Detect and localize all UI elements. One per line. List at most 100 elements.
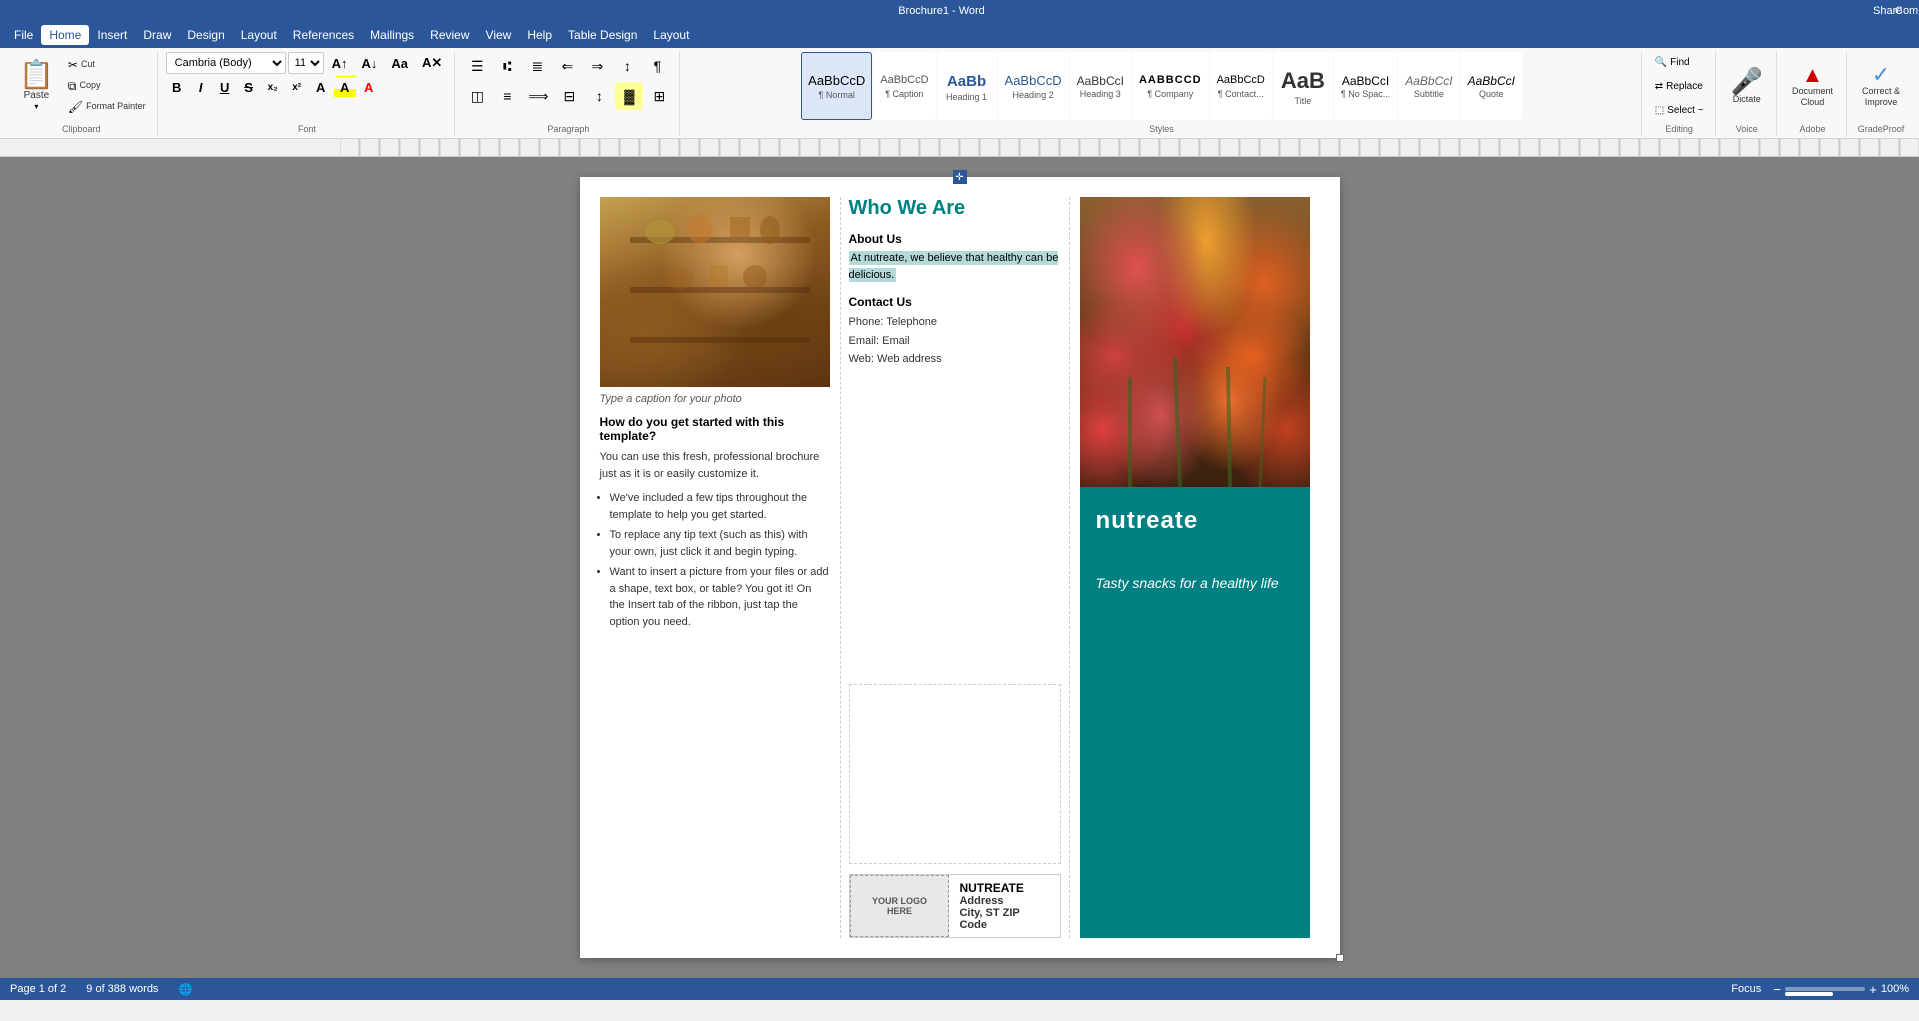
replace-button[interactable]: ⇄ Replace bbox=[1650, 76, 1709, 96]
change-case-button[interactable]: Aa bbox=[385, 52, 414, 74]
find-icon: 🔍 bbox=[1655, 57, 1667, 68]
focus-label[interactable]: Focus bbox=[1731, 983, 1761, 995]
sort-button[interactable]: ↕ bbox=[613, 52, 641, 80]
adobe-group-label: Adobe bbox=[1799, 122, 1825, 134]
dictate-icon: 🎤 bbox=[1731, 68, 1763, 94]
style-quote[interactable]: AaBbCcI Quote bbox=[1461, 52, 1522, 120]
multilevel-button[interactable]: ≣ bbox=[523, 52, 551, 80]
bullets-button[interactable]: ☰ bbox=[463, 52, 491, 80]
ribbon-editing-group: 🔍 Find ⇄ Replace ⬚ Select ~ Editing bbox=[1644, 52, 1716, 136]
align-right-button[interactable]: ⟹ bbox=[523, 82, 553, 110]
center-button[interactable]: ≡ bbox=[493, 82, 521, 110]
voice-group-label: Voice bbox=[1736, 122, 1758, 134]
menu-references[interactable]: References bbox=[285, 25, 362, 45]
menu-draw[interactable]: Draw bbox=[135, 25, 179, 45]
comments-button[interactable]: Comments bbox=[1895, 4, 1909, 18]
show-marks-button[interactable]: ¶ bbox=[643, 52, 671, 80]
menu-view[interactable]: View bbox=[478, 25, 520, 45]
style-heading2[interactable]: AaBbCcD Heading 2 bbox=[998, 52, 1069, 120]
style-heading3[interactable]: AaBbCcI Heading 3 bbox=[1070, 52, 1131, 120]
menu-review[interactable]: Review bbox=[422, 25, 477, 45]
align-left-button[interactable]: ◫ bbox=[463, 82, 491, 110]
company-name: NUTREATE bbox=[959, 881, 1049, 895]
clear-formatting-button[interactable]: A✕ bbox=[416, 52, 448, 74]
font-family-select[interactable]: Cambria (Body) bbox=[166, 52, 286, 74]
shading-button[interactable]: ▓ bbox=[615, 82, 643, 110]
about-heading: About Us bbox=[849, 232, 1061, 246]
move-handle[interactable]: ✛ bbox=[953, 170, 967, 184]
correct-improve-button[interactable]: ✓ Correct & Improve bbox=[1855, 56, 1907, 116]
status-bar: Page 1 of 2 9 of 388 words 🌐 Focus − + 1… bbox=[0, 978, 1919, 1000]
photo-flowers[interactable] bbox=[1080, 197, 1310, 487]
font-size-select[interactable]: 11 bbox=[288, 52, 324, 74]
content-placeholder-box[interactable] bbox=[849, 684, 1061, 864]
numbering-button[interactable]: ⑆ bbox=[493, 52, 521, 80]
text-effects-button[interactable]: A bbox=[310, 76, 332, 98]
format-painter-button[interactable]: 🖌 Format Painter bbox=[63, 97, 151, 117]
underline-button[interactable]: U bbox=[214, 76, 236, 98]
share-button[interactable]: Share bbox=[1873, 4, 1887, 18]
cut-icon: ✂ bbox=[68, 59, 78, 71]
style-normal[interactable]: AaBbCcD ¶ Normal bbox=[801, 52, 872, 120]
font-color-button[interactable]: A bbox=[358, 76, 380, 98]
list-item: Want to insert a picture from your files… bbox=[610, 564, 830, 630]
ribbon-voice-group: 🎤 Dictate Voice bbox=[1718, 52, 1777, 136]
style-subtitle[interactable]: AaBbCcI Subtitle bbox=[1398, 52, 1459, 120]
menu-mailings[interactable]: Mailings bbox=[362, 25, 422, 45]
middle-spacer bbox=[849, 369, 1061, 674]
menu-layout[interactable]: Layout bbox=[233, 25, 285, 45]
ribbon-adobe-group: ▲ Document Cloud Adobe bbox=[1779, 52, 1847, 136]
style-contact[interactable]: AaBbCcD ¶ Contact... bbox=[1210, 52, 1272, 120]
subscript-button[interactable]: x₂ bbox=[262, 76, 284, 98]
paste-button[interactable]: 📋 Paste ▾ bbox=[12, 55, 61, 117]
justify-button[interactable]: ⊟ bbox=[555, 82, 583, 110]
styles-group-label: Styles bbox=[1149, 122, 1174, 134]
highlighted-text: At nutreate, we believe that healthy can… bbox=[849, 251, 1059, 282]
font-shrink-button[interactable]: A↓ bbox=[356, 52, 384, 74]
style-company[interactable]: AABBCCD ¶ Company bbox=[1132, 52, 1209, 120]
word-count: 9 of 388 words bbox=[86, 983, 158, 995]
select-button[interactable]: ⬚ Select ~ bbox=[1650, 100, 1709, 120]
menu-file[interactable]: File bbox=[6, 25, 41, 45]
menu-bar: File Home Insert Draw Design Layout Refe… bbox=[0, 22, 1919, 48]
logo-box[interactable]: YOUR LOGO HERE bbox=[850, 875, 950, 937]
photo-left[interactable] bbox=[600, 197, 830, 387]
font-group-label: Font bbox=[298, 122, 316, 134]
font-grow-button[interactable]: A↑ bbox=[326, 52, 354, 74]
italic-button[interactable]: I bbox=[190, 76, 212, 98]
menu-design[interactable]: Design bbox=[179, 25, 232, 45]
style-nospace[interactable]: AaBbCcI ¶ No Spac... bbox=[1334, 52, 1397, 120]
clipboard-group-label: Clipboard bbox=[62, 122, 101, 134]
section-title: Who We Are bbox=[849, 197, 1061, 220]
copy-button[interactable]: ⧉ Copy bbox=[63, 76, 151, 96]
line-spacing-button[interactable]: ↕ bbox=[585, 82, 613, 110]
zoom-out-button[interactable]: − bbox=[1773, 982, 1781, 997]
resize-handle[interactable] bbox=[1336, 954, 1344, 962]
borders-button[interactable]: ⊞ bbox=[645, 82, 673, 110]
ribbon-clipboard-group: 📋 Paste ▾ ✂ Cut ⧉ Copy 🖌 Format P bbox=[6, 52, 158, 136]
find-button[interactable]: 🔍 Find bbox=[1650, 52, 1709, 72]
strikethrough-button[interactable]: S bbox=[238, 76, 260, 98]
increase-indent-button[interactable]: ⇒ bbox=[583, 52, 611, 80]
replace-icon: ⇄ bbox=[1655, 81, 1663, 92]
menu-help[interactable]: Help bbox=[519, 25, 560, 45]
style-caption[interactable]: AaBbCcD ¶ Caption bbox=[873, 52, 935, 120]
decrease-indent-button[interactable]: ⇐ bbox=[553, 52, 581, 80]
highlight-color-button[interactable]: A bbox=[334, 76, 356, 98]
menu-layout2[interactable]: Layout bbox=[645, 25, 697, 45]
style-heading1[interactable]: AaBb Heading 1 bbox=[937, 52, 997, 120]
menu-home[interactable]: Home bbox=[41, 25, 89, 45]
document-cloud-button[interactable]: ▲ Document Cloud bbox=[1785, 56, 1840, 116]
style-title[interactable]: AaB Title bbox=[1273, 52, 1333, 120]
page: ✛ bbox=[580, 177, 1340, 958]
bold-button[interactable]: B bbox=[166, 76, 188, 98]
zoom-in-button[interactable]: + bbox=[1869, 982, 1877, 997]
cut-button[interactable]: ✂ Cut bbox=[63, 55, 151, 75]
menu-insert[interactable]: Insert bbox=[89, 25, 135, 45]
menu-table-design[interactable]: Table Design bbox=[560, 25, 645, 45]
zoom-bar[interactable] bbox=[1785, 987, 1865, 991]
column-left: Type a caption for your photo How do you… bbox=[600, 197, 830, 938]
dictate-button[interactable]: 🎤 Dictate bbox=[1724, 56, 1770, 116]
document-area[interactable]: ✛ bbox=[0, 157, 1919, 978]
superscript-button[interactable]: x² bbox=[286, 76, 308, 98]
